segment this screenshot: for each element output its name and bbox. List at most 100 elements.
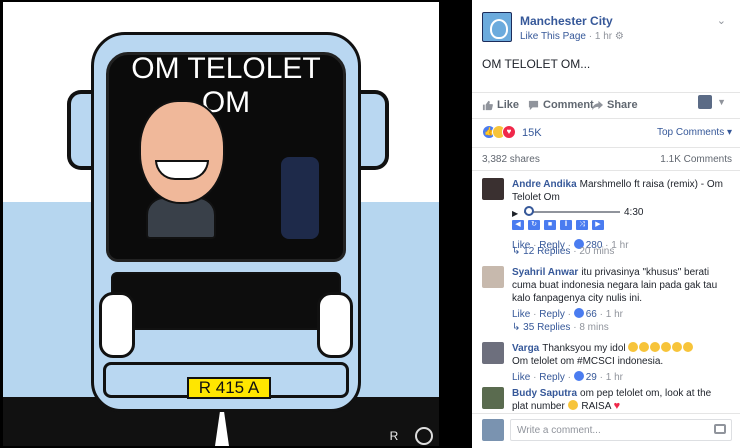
share-icon: [592, 100, 603, 110]
shares-row: 3,382 shares 1.1K Comments: [482, 154, 732, 165]
comment-like-link[interactable]: Like: [512, 309, 530, 320]
bus-sign: OM TELOLET OM: [131, 52, 321, 119]
comment-like-link[interactable]: Like: [512, 372, 530, 383]
commenter-avatar[interactable]: [482, 387, 504, 409]
reactions-bar: 👍 ♥ 15K Top Comments ▾: [482, 124, 732, 142]
thumbs-up-icon: [482, 100, 493, 110]
replies-count[interactable]: 35 Replies: [523, 322, 570, 333]
comment-button[interactable]: Comment: [528, 99, 594, 111]
post-actions: Like Comment Share ▼: [482, 95, 732, 117]
comment-body: Syahril Anwar itu privasinya "khusus" ber…: [512, 266, 730, 321]
laugh-emoji-icon: [661, 342, 672, 352]
replies-time: 20 mins: [579, 246, 615, 257]
divider: [472, 147, 740, 148]
camera-icon[interactable]: [714, 424, 726, 434]
post-text: OM TELOLET OM...: [482, 57, 591, 71]
comment-meta: Like · Reply · 66 · 1 hr: [512, 308, 623, 320]
like-count-icon: [573, 308, 584, 318]
comment-icon: [528, 100, 539, 110]
commenter-name[interactable]: Syahril Anwar: [512, 267, 578, 278]
like-count-icon: [573, 371, 584, 381]
audio-track[interactable]: [524, 211, 620, 213]
like-page-link[interactable]: Like This Page: [520, 31, 586, 42]
bus-seat: [281, 157, 319, 239]
comment-body: Andre Andika Marshmello ft raisa (remix) …: [512, 178, 730, 252]
divider: [472, 118, 740, 119]
kiss-emoji-icon: [650, 342, 661, 352]
post-photo[interactable]: OM TELOLET OM R 415 A R: [3, 2, 439, 446]
player-controls: ◀ ↻ ■ ‖ ⤨ ▶: [512, 220, 604, 230]
audio-scrubber[interactable]: [524, 206, 534, 216]
comment-suffix: RAISA: [581, 401, 611, 412]
commenter-name[interactable]: Andre Andika: [512, 179, 577, 190]
comment-time[interactable]: 1 hr: [606, 309, 623, 320]
commenter-name[interactable]: Budy Saputra: [512, 388, 577, 399]
stop-icon[interactable]: ■: [544, 220, 556, 230]
actor-avatar[interactable]: [698, 95, 712, 109]
right-mirror: [359, 90, 389, 170]
commenter-avatar[interactable]: [482, 342, 504, 364]
meta-dot: ·: [588, 31, 593, 42]
replies-time: 8 mins: [579, 322, 609, 333]
commenter-name[interactable]: Varga: [512, 343, 539, 354]
comment-body: Budy Saputra om pep telolet om, look at t…: [512, 387, 730, 413]
comment-input[interactable]: Write a comment...: [510, 419, 732, 441]
page-name[interactable]: Manchester City: [520, 14, 613, 28]
comment-time[interactable]: 1 hr: [606, 372, 623, 383]
share-button[interactable]: Share: [592, 99, 638, 111]
divider: [472, 170, 740, 171]
top-comments-dropdown[interactable]: Top Comments ▾: [657, 127, 732, 138]
watermark-letter: R: [389, 429, 399, 443]
reaction-count[interactable]: 15K: [522, 127, 542, 139]
comment-reply-link[interactable]: Reply: [539, 309, 565, 320]
like-button[interactable]: Like: [482, 99, 519, 111]
license-plate: R 415 A: [187, 377, 271, 399]
heart-emoji-icon: ♥: [613, 400, 621, 412]
laugh-emoji-icon: [683, 342, 694, 352]
commenter-avatar[interactable]: [482, 178, 504, 200]
comment-body: Varga Thanksyou my idol Om telolet om #MC…: [512, 342, 730, 384]
comment-like-count[interactable]: 66: [586, 309, 597, 320]
comment-text-line2: Om telolet om #MCSCI indonesia.: [512, 356, 664, 367]
comment-reply-link[interactable]: Reply: [539, 372, 565, 383]
shuffle-icon[interactable]: ⤨: [576, 220, 588, 230]
right-headlight: [317, 292, 353, 358]
comment-meta: Like · Reply · 29 · 1 hr: [512, 371, 623, 383]
share-label: Share: [607, 99, 638, 111]
watermark-logo: [415, 427, 433, 445]
viewer-avatar: [482, 419, 504, 441]
audio-duration: 4:30: [624, 207, 644, 218]
repeat-icon[interactable]: ↻: [528, 220, 540, 230]
rewind-icon[interactable]: ◀: [512, 220, 524, 230]
commenter-avatar[interactable]: [482, 266, 504, 288]
page-avatar[interactable]: [482, 12, 512, 42]
smile-emoji-icon: [628, 342, 639, 352]
replies-link[interactable]: ↳ 35 Replies · 8 mins: [512, 322, 609, 333]
comment-like-count[interactable]: 29: [586, 372, 597, 383]
bus-grille: [111, 272, 341, 330]
comments-count[interactable]: 1.1K Comments: [660, 154, 732, 165]
left-headlight: [99, 292, 135, 358]
replies-link[interactable]: ↳ 12 Replies · 20 mins: [512, 246, 614, 257]
driver-head: [139, 100, 225, 204]
post-time[interactable]: 1 hr: [595, 31, 612, 42]
chevron-down-icon[interactable]: ⌄: [717, 14, 726, 27]
divider: [472, 92, 740, 93]
post-meta: Like This Page · 1 hr ⚙: [520, 31, 624, 42]
privacy-icon: ⚙: [614, 31, 624, 42]
replies-count[interactable]: 12 Replies: [523, 246, 570, 257]
love-reaction-icon[interactable]: ♥: [502, 125, 516, 139]
divider: [472, 413, 740, 414]
shares-count[interactable]: 3,382 shares: [482, 154, 540, 165]
photo-viewer: OM TELOLET OM R 415 A R: [0, 0, 470, 448]
reply-arrow-icon: ↳: [512, 246, 521, 257]
comment-composer: Write a comment...: [482, 419, 732, 441]
audio-player: ▶ 4:30 ◀ ↻ ■ ‖ ⤨ ▶: [512, 206, 730, 236]
comment-label: Comment: [543, 99, 594, 111]
post-panel: Manchester City Like This Page · 1 hr ⚙ …: [472, 0, 740, 448]
pause-icon[interactable]: ‖: [560, 220, 572, 230]
play-icon[interactable]: ▶: [512, 207, 518, 220]
forward-icon[interactable]: ▶: [592, 220, 604, 230]
reply-arrow-icon: ↳: [512, 322, 521, 333]
caret-down-icon[interactable]: ▼: [717, 97, 726, 107]
